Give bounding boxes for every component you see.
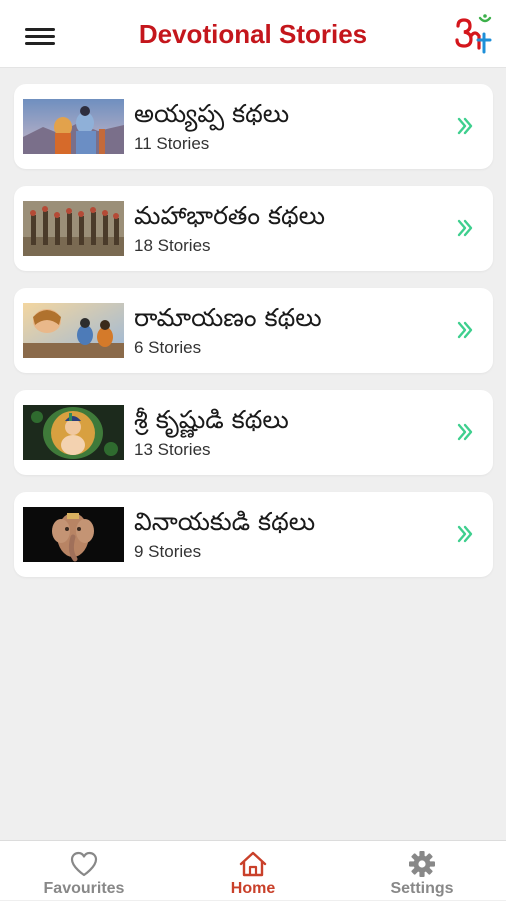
chevron-right-icon (457, 117, 473, 135)
story-count: 6 Stories (134, 338, 202, 357)
tab-settings[interactable]: Settings (338, 841, 506, 901)
list-item[interactable]: వినాయకుడి కథలు 9 Stories (14, 492, 493, 577)
list-item[interactable]: మహాభారతం కథలు 18 Stories (14, 186, 493, 271)
tab-favourites[interactable]: Favourites (0, 841, 168, 901)
tab-home-label: Home (230, 880, 276, 897)
vinayaka-image (23, 507, 124, 562)
ramayanam-image (23, 303, 124, 358)
chevron-right-icon (457, 423, 473, 441)
list-item[interactable]: శ్రీ కృష్ణుడి కథలు 13 Stories (14, 390, 493, 475)
story-count: 9 Stories (134, 542, 202, 561)
list-item[interactable]: అయ్యప్ప కథలు 11 Stories (14, 84, 493, 169)
bottom-tab-bar: Favourites Home Settings (0, 840, 506, 900)
category-title: వినాయకుడి కథలు (134, 507, 316, 536)
tab-favourites-label: Favourites (43, 880, 125, 897)
page-title: Devotional Stories (138, 19, 368, 49)
story-count: 11 Stories (134, 134, 210, 153)
category-title: రామాయణం కథలు (134, 303, 322, 332)
app-root: Devotional Stories అయ్యప్ప కథలు 11 Stori… (0, 0, 506, 900)
category-list: అయ్యప్ప కథలు 11 Stories మహాభారతం కథలు 18… (14, 84, 493, 594)
category-title: అయ్యప్ప కథలు (134, 99, 290, 128)
chevron-right-icon (457, 525, 473, 543)
category-title: మహాభారతం కథలు (134, 201, 326, 230)
gear-icon (409, 851, 435, 877)
heart-icon (70, 851, 98, 877)
tab-home[interactable]: Home (169, 841, 337, 901)
story-count: 18 Stories (134, 236, 211, 255)
chevron-right-icon (457, 219, 473, 237)
list-item[interactable]: రామాయణం కథలు 6 Stories (14, 288, 493, 373)
tab-settings-label: Settings (390, 880, 454, 897)
chevron-right-icon (457, 321, 473, 339)
om-icon (455, 14, 492, 54)
story-count: 13 Stories (134, 440, 211, 459)
krishna-image (23, 405, 124, 460)
mahabharatam-image (23, 201, 124, 256)
category-title: శ్రీ కృష్ణుడి కథలు (134, 405, 289, 434)
home-icon (239, 851, 267, 877)
ayyappa-image (23, 99, 124, 154)
app-header: Devotional Stories (0, 0, 506, 68)
